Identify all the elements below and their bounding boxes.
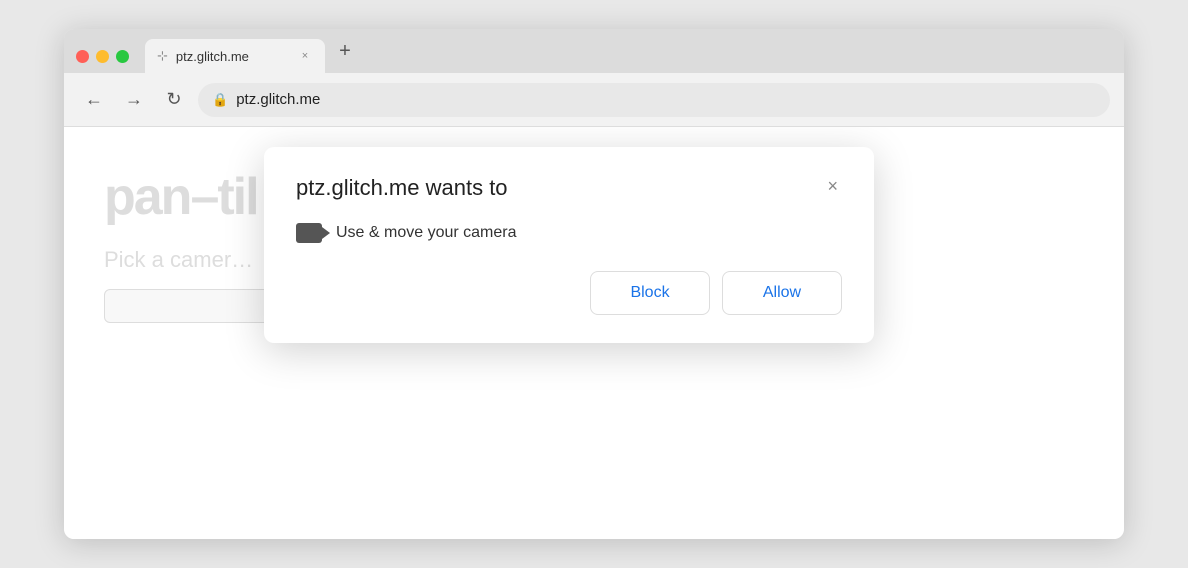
dialog-header: ptz.glitch.me wants to × [296, 175, 842, 201]
dialog-close-button[interactable]: × [823, 175, 842, 197]
address-bar[interactable]: 🔒 ptz.glitch.me [198, 83, 1110, 117]
tab-bar: ⊹ ptz.glitch.me × + [64, 29, 1124, 73]
dialog-permission-row: Use & move your camera [296, 223, 842, 243]
tab-move-icon: ⊹ [157, 48, 168, 64]
dialog-title: ptz.glitch.me wants to [296, 175, 508, 201]
permission-dialog: ptz.glitch.me wants to × Use & move your… [264, 147, 874, 343]
lock-icon: 🔒 [212, 92, 228, 108]
close-button[interactable] [76, 50, 89, 63]
new-tab-button[interactable]: + [331, 37, 359, 65]
nav-bar: ← → ↻ 🔒 ptz.glitch.me [64, 73, 1124, 127]
camera-icon [296, 223, 322, 243]
dialog-actions: Block Allow [296, 271, 842, 315]
window-controls [76, 50, 129, 63]
maximize-button[interactable] [116, 50, 129, 63]
minimize-button[interactable] [96, 50, 109, 63]
tab-title: ptz.glitch.me [176, 49, 289, 64]
active-tab[interactable]: ⊹ ptz.glitch.me × [145, 39, 325, 73]
reload-button[interactable]: ↻ [158, 84, 190, 116]
page-content: pan–til Pick a camer… ptz.glitch.me want… [64, 127, 1124, 539]
back-button[interactable]: ← [78, 84, 110, 116]
allow-button[interactable]: Allow [722, 271, 842, 315]
block-button[interactable]: Block [590, 271, 710, 315]
browser-window: ⊹ ptz.glitch.me × + ← → ↻ 🔒 ptz.glitch.m… [64, 29, 1124, 539]
tab-close-button[interactable]: × [297, 48, 313, 64]
url-text: ptz.glitch.me [236, 91, 320, 108]
forward-button[interactable]: → [118, 84, 150, 116]
permission-text: Use & move your camera [336, 224, 517, 242]
